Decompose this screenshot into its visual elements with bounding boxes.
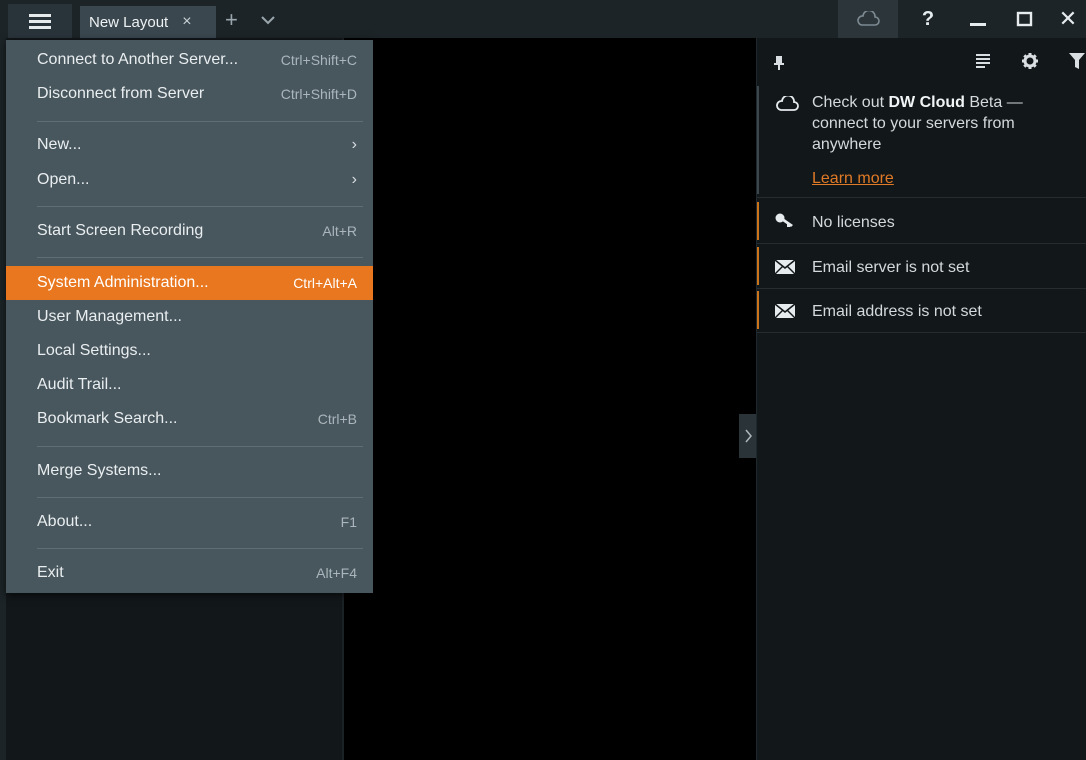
key-icon: [775, 213, 793, 227]
menu-item-label: Open...: [37, 171, 90, 188]
envelope-icon: [775, 260, 795, 274]
minimize-button[interactable]: [955, 0, 1001, 38]
close-window-button[interactable]: ✕: [1050, 0, 1086, 38]
menu-item-user-management[interactable]: User Management...: [6, 300, 373, 334]
menu-item-open[interactable]: Open... ›: [6, 163, 373, 197]
email-address-notification[interactable]: Email address is not set: [757, 289, 1086, 333]
menu-item-new[interactable]: New... ›: [6, 128, 373, 162]
menu-item-label: System Administration...: [37, 274, 209, 291]
chevron-down-icon[interactable]: [258, 10, 278, 30]
menu-item-shortcut: Ctrl+Shift+C: [280, 52, 357, 68]
no-licenses-notification[interactable]: No licenses: [757, 200, 1086, 244]
menu-item-label: Exit: [37, 564, 64, 581]
main-menu-dropdown: Connect to Another Server... Ctrl+Shift+…: [6, 40, 373, 593]
cloud-button[interactable]: [838, 0, 898, 38]
menu-item-shortcut: Ctrl+B: [317, 411, 357, 427]
cloud-icon: [776, 96, 799, 111]
menu-item-label: Audit Trail...: [37, 376, 122, 393]
layout-scene[interactable]: [342, 38, 756, 760]
menu-item-label: Disconnect from Server: [37, 85, 205, 102]
envelope-icon: [775, 304, 795, 318]
chevron-right-icon: [744, 429, 752, 443]
menu-item-exit[interactable]: Exit Alt+F4: [6, 556, 373, 590]
email-address-text: Email address is not set: [812, 303, 982, 320]
menu-separator: [37, 121, 363, 122]
menu-separator: [37, 206, 363, 207]
menu-separator: [37, 497, 363, 498]
menu-item-connect[interactable]: Connect to Another Server... Ctrl+Shift+…: [6, 43, 373, 77]
chevron-right-icon: ›: [351, 171, 357, 188]
cloud-icon: [857, 11, 880, 26]
tab-label: New Layout: [89, 13, 169, 31]
main-menu-button[interactable]: [8, 4, 72, 38]
menu-item-label: About...: [37, 513, 93, 530]
menu-separator: [37, 257, 363, 258]
list-icon[interactable]: [975, 52, 991, 68]
chevron-right-icon: ›: [351, 136, 357, 153]
notifications-toolbar: [757, 38, 1086, 86]
tab-close-icon[interactable]: ×: [182, 13, 191, 31]
email-server-text: Email server is not set: [812, 259, 970, 276]
notification-accent: [757, 86, 759, 194]
menu-item-label: Start Screen Recording: [37, 222, 204, 239]
collapse-right-panel-button[interactable]: [739, 414, 756, 458]
menu-separator: [37, 446, 363, 447]
menu-item-shortcut: Ctrl+Shift+D: [280, 86, 357, 102]
cloud-brand: DW Cloud: [888, 94, 965, 111]
minimize-icon: [970, 23, 986, 26]
cloud-text-prefix: Check out: [812, 94, 889, 111]
cloud-notification: Check out DW Cloud Beta — connect to you…: [757, 86, 1086, 198]
menu-item-shortcut: Alt+F4: [316, 565, 357, 581]
menu-item-bookmark-search[interactable]: Bookmark Search... Ctrl+B: [6, 402, 373, 436]
warning-accent: [757, 202, 759, 240]
maximize-icon: [1016, 11, 1033, 27]
help-button[interactable]: ?: [905, 0, 951, 38]
menu-item-audit-trail[interactable]: Audit Trail...: [6, 368, 373, 402]
filter-icon[interactable]: [1069, 52, 1085, 70]
notifications-panel: Check out DW Cloud Beta — connect to you…: [756, 38, 1086, 760]
menu-item-about[interactable]: About... F1: [6, 505, 373, 539]
no-licenses-text: No licenses: [812, 214, 895, 231]
cloud-notification-text: Check out DW Cloud Beta — connect to you…: [812, 92, 1052, 155]
menu-item-local-settings[interactable]: Local Settings...: [6, 334, 373, 368]
menu-separator: [37, 548, 363, 549]
menu-item-shortcut: Alt+R: [322, 223, 357, 239]
learn-more-link[interactable]: Learn more: [812, 170, 894, 188]
title-bar: New Layout × + ? ✕: [0, 0, 1086, 38]
menu-item-merge-systems[interactable]: Merge Systems...: [6, 454, 373, 488]
menu-item-shortcut: Ctrl+Alt+A: [293, 275, 357, 291]
menu-item-label: Bookmark Search...: [37, 410, 178, 427]
menu-item-shortcut: F1: [340, 514, 357, 530]
menu-item-screen-recording[interactable]: Start Screen Recording Alt+R: [6, 214, 373, 248]
email-server-notification[interactable]: Email server is not set: [757, 245, 1086, 289]
menu-item-label: User Management...: [37, 308, 182, 325]
menu-item-label: Merge Systems...: [37, 462, 162, 479]
menu-item-label: Connect to Another Server...: [37, 51, 239, 68]
tab-new-layout[interactable]: New Layout ×: [80, 6, 216, 38]
warning-accent: [757, 247, 759, 285]
gear-icon[interactable]: [1021, 52, 1039, 70]
menu-item-label: New...: [37, 136, 82, 153]
hamburger-icon: [29, 14, 51, 29]
warning-accent: [757, 291, 759, 329]
pin-icon[interactable]: [773, 56, 785, 70]
add-tab-icon[interactable]: +: [225, 6, 238, 34]
menu-item-system-administration[interactable]: System Administration... Ctrl+Alt+A: [6, 266, 373, 300]
maximize-button[interactable]: [1002, 0, 1048, 38]
menu-item-label: Local Settings...: [37, 342, 151, 359]
menu-item-disconnect[interactable]: Disconnect from Server Ctrl+Shift+D: [6, 77, 373, 111]
